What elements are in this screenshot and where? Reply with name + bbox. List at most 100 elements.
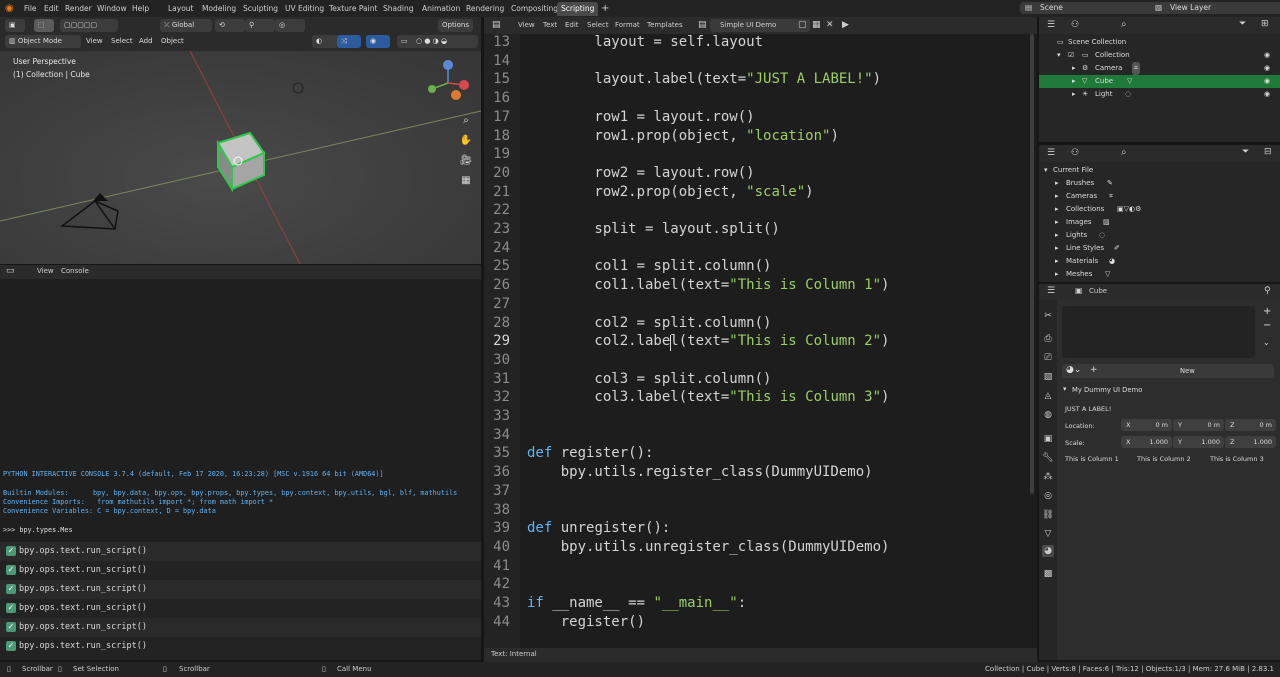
expand-arrow-icon[interactable]: ▸ (1055, 203, 1059, 216)
code-line[interactable]: register() (527, 614, 645, 630)
mesh-data-icon[interactable]: ▽ (1127, 75, 1132, 88)
menu-help[interactable]: Help (132, 0, 149, 17)
expand-arrow-icon[interactable]: ▸ (1055, 190, 1059, 203)
file-tree-item[interactable]: ▸ Collections ▣▽◐⚙ (1039, 203, 1280, 216)
code-line[interactable]: bpy.utils.unregister_class(DummyUIDemo) (527, 539, 890, 555)
outliner-row-light[interactable]: ▸ ☀ Light ◌ ◉ (1039, 88, 1280, 101)
options-button[interactable]: Options (438, 19, 474, 32)
remove-slot-icon[interactable]: − (1263, 320, 1271, 331)
material-slots-list[interactable] (1062, 306, 1255, 358)
camera-view-icon[interactable]: 🎥︎ (459, 154, 473, 168)
viewport-menu-add[interactable]: Add (135, 35, 157, 48)
tab-modeling[interactable]: Modeling (198, 2, 240, 16)
expand-arrow-icon[interactable]: ▸ (1055, 242, 1059, 255)
expand-arrow-icon[interactable]: ▸ (1072, 62, 1076, 75)
tab-scripting[interactable]: Scripting (557, 2, 599, 16)
unlink-icon[interactable]: ✕ (826, 17, 834, 34)
viewport-menu-object[interactable]: Object (157, 35, 188, 48)
file-tree-item[interactable]: ▸ Lights ◌ (1039, 229, 1280, 242)
code-line[interactable]: col1.label(text="This is Column 1") (527, 277, 889, 293)
expand-arrow-icon[interactable]: ▸ (1072, 88, 1076, 101)
code-line[interactable]: col3.label(text="This is Column 3") (527, 389, 889, 405)
editor-type-icon[interactable]: ▣ (5, 19, 25, 32)
viewport-menu-select[interactable]: Select (107, 35, 137, 48)
outliner-row-camera[interactable]: ▸ ⚙ Camera ⌗ ◉ (1039, 62, 1280, 75)
text-editor-scrollbar[interactable] (1030, 34, 1034, 494)
text-menu-view[interactable]: View (518, 17, 535, 34)
display-mode-icon[interactable]: ⚇ (1071, 20, 1079, 30)
scene-selector[interactable]: ▤ Scene (1020, 2, 1164, 14)
tab-shading[interactable]: Shading (379, 2, 417, 16)
expand-arrow-icon[interactable]: ▸ (1055, 229, 1059, 242)
visibility-eye-icon[interactable]: ◉ (1264, 62, 1270, 75)
select-mode-buttons[interactable]: ▢▢▢▢▢ (60, 19, 118, 32)
filter-icon[interactable]: ⏷ (1242, 147, 1249, 157)
code-line[interactable]: col1 = split.column() (527, 258, 771, 274)
scale-y-field[interactable]: Y 1.000 (1173, 436, 1224, 448)
new-collection-icon[interactable]: ⊞ (1261, 19, 1269, 29)
pan-hand-icon[interactable]: ✋ (459, 134, 473, 148)
pivot-icon[interactable]: ⟲ (215, 19, 245, 32)
tab-uv-editing[interactable]: UV Editing (281, 2, 328, 16)
file-tree-item[interactable]: ▸ Line Styles ✐ (1039, 242, 1280, 255)
navigation-gizmo[interactable] (424, 59, 474, 109)
view-layer-tab-icon[interactable]: ▧ (1042, 371, 1054, 383)
text-menu-format[interactable]: Format (615, 17, 640, 34)
info-log-row[interactable]: ✓ bpy.ops.text.run_script() (0, 618, 481, 637)
snap-icon[interactable]: ⚲ (245, 19, 275, 32)
modifier-tab-icon[interactable]: 🔧︎ (1042, 452, 1054, 464)
outliner-row-collection[interactable]: ▾ ☑ ▭ Collection ◉ (1039, 49, 1280, 62)
scale-x-field[interactable]: X 1.000 (1121, 436, 1172, 448)
menu-edit[interactable]: Edit (44, 0, 59, 17)
filter-icon[interactable]: ⏷ (1239, 19, 1246, 29)
panel-collapse-icon[interactable]: ▾ (1063, 385, 1066, 393)
outliner-search-icon[interactable]: ⌕ (1121, 19, 1127, 30)
transform-orientation-dropdown[interactable]: ⤫ Global (160, 19, 212, 32)
tab-animation[interactable]: Animation (418, 2, 464, 16)
console-prompt-input[interactable]: >>> bpy.types.Mes (3, 526, 73, 534)
text-datablock-icon[interactable]: ▤ (698, 17, 707, 34)
file-tree-item[interactable]: ▸ Materials ◕ (1039, 255, 1280, 268)
new-text-icon[interactable]: ▢ (798, 17, 807, 34)
file-tree-item[interactable]: ▸ Images ▨ (1039, 216, 1280, 229)
expand-arrow-icon[interactable]: ▸ (1072, 75, 1076, 88)
view-layer-selector[interactable]: ▧ View Layer (1150, 2, 1280, 14)
data-tab-icon[interactable]: ▽ (1042, 528, 1054, 540)
text-menu-text[interactable]: Text (543, 17, 557, 34)
outliner-row-cube[interactable]: ▸ ▽ Cube ▽ ◉ (1039, 75, 1280, 88)
visibility-icon[interactable]: ◐ (312, 35, 338, 48)
code-line[interactable]: bpy.utils.register_class(DummyUIDemo) (527, 464, 873, 480)
properties-editor-type-icon[interactable]: ☰ (1047, 286, 1055, 296)
text-menu-edit[interactable]: Edit (565, 17, 579, 34)
tab-texture-paint[interactable]: Texture Paint (325, 2, 381, 16)
file-tree-item[interactable]: ▸ Cameras ⌗ (1039, 190, 1280, 203)
location-x-field[interactable]: X0 m (1121, 419, 1172, 431)
menu-file[interactable]: File (24, 0, 37, 17)
tool-tab-icon[interactable]: ✂ (1042, 310, 1054, 322)
code-line[interactable]: row1.prop(object, "location") (527, 128, 838, 144)
info-log-row[interactable]: ✓ bpy.ops.text.run_script() (0, 637, 481, 656)
constraints-tab-icon[interactable]: ⛓ (1042, 509, 1054, 521)
collection-checkbox-icon[interactable]: ☑ (1068, 49, 1074, 62)
tab-compositing[interactable]: Compositing (507, 2, 562, 16)
code-line[interactable]: def unregister(): (527, 520, 670, 536)
code-line[interactable]: col2.label(text="This is Column 2") (527, 333, 889, 349)
console-menu-console[interactable]: Console (61, 267, 89, 275)
shading-mode-buttons[interactable]: ○ ● ◑ ◒ (412, 35, 478, 48)
menu-render[interactable]: Render (65, 0, 92, 17)
code-line[interactable]: col2 = split.column() (527, 315, 771, 331)
scene-tab-icon[interactable]: ◬ (1042, 390, 1054, 402)
text-file-name[interactable]: Simple UI Demo (710, 19, 810, 32)
code-line[interactable]: col3 = split.column() (527, 371, 771, 387)
console-editor-type-icon[interactable]: ▭ (6, 266, 15, 276)
code-line[interactable]: layout = self.layout (527, 34, 763, 50)
ortho-grid-icon[interactable]: ▦ (459, 174, 473, 188)
info-log-row[interactable]: ✓ bpy.ops.text.run_script() (0, 599, 481, 618)
info-log-row[interactable]: ✓ bpy.ops.text.run_script() (0, 542, 481, 561)
object-tab-icon[interactable]: ▣ (1042, 433, 1054, 445)
tab-sculpting[interactable]: Sculpting (239, 2, 282, 16)
location-z-field[interactable]: Z0 m (1225, 419, 1276, 431)
text-menu-select[interactable]: Select (587, 17, 609, 34)
code-line[interactable]: row2 = layout.row() (527, 165, 754, 181)
material-browse-bar[interactable]: ◕⌄ + New (1062, 364, 1274, 378)
